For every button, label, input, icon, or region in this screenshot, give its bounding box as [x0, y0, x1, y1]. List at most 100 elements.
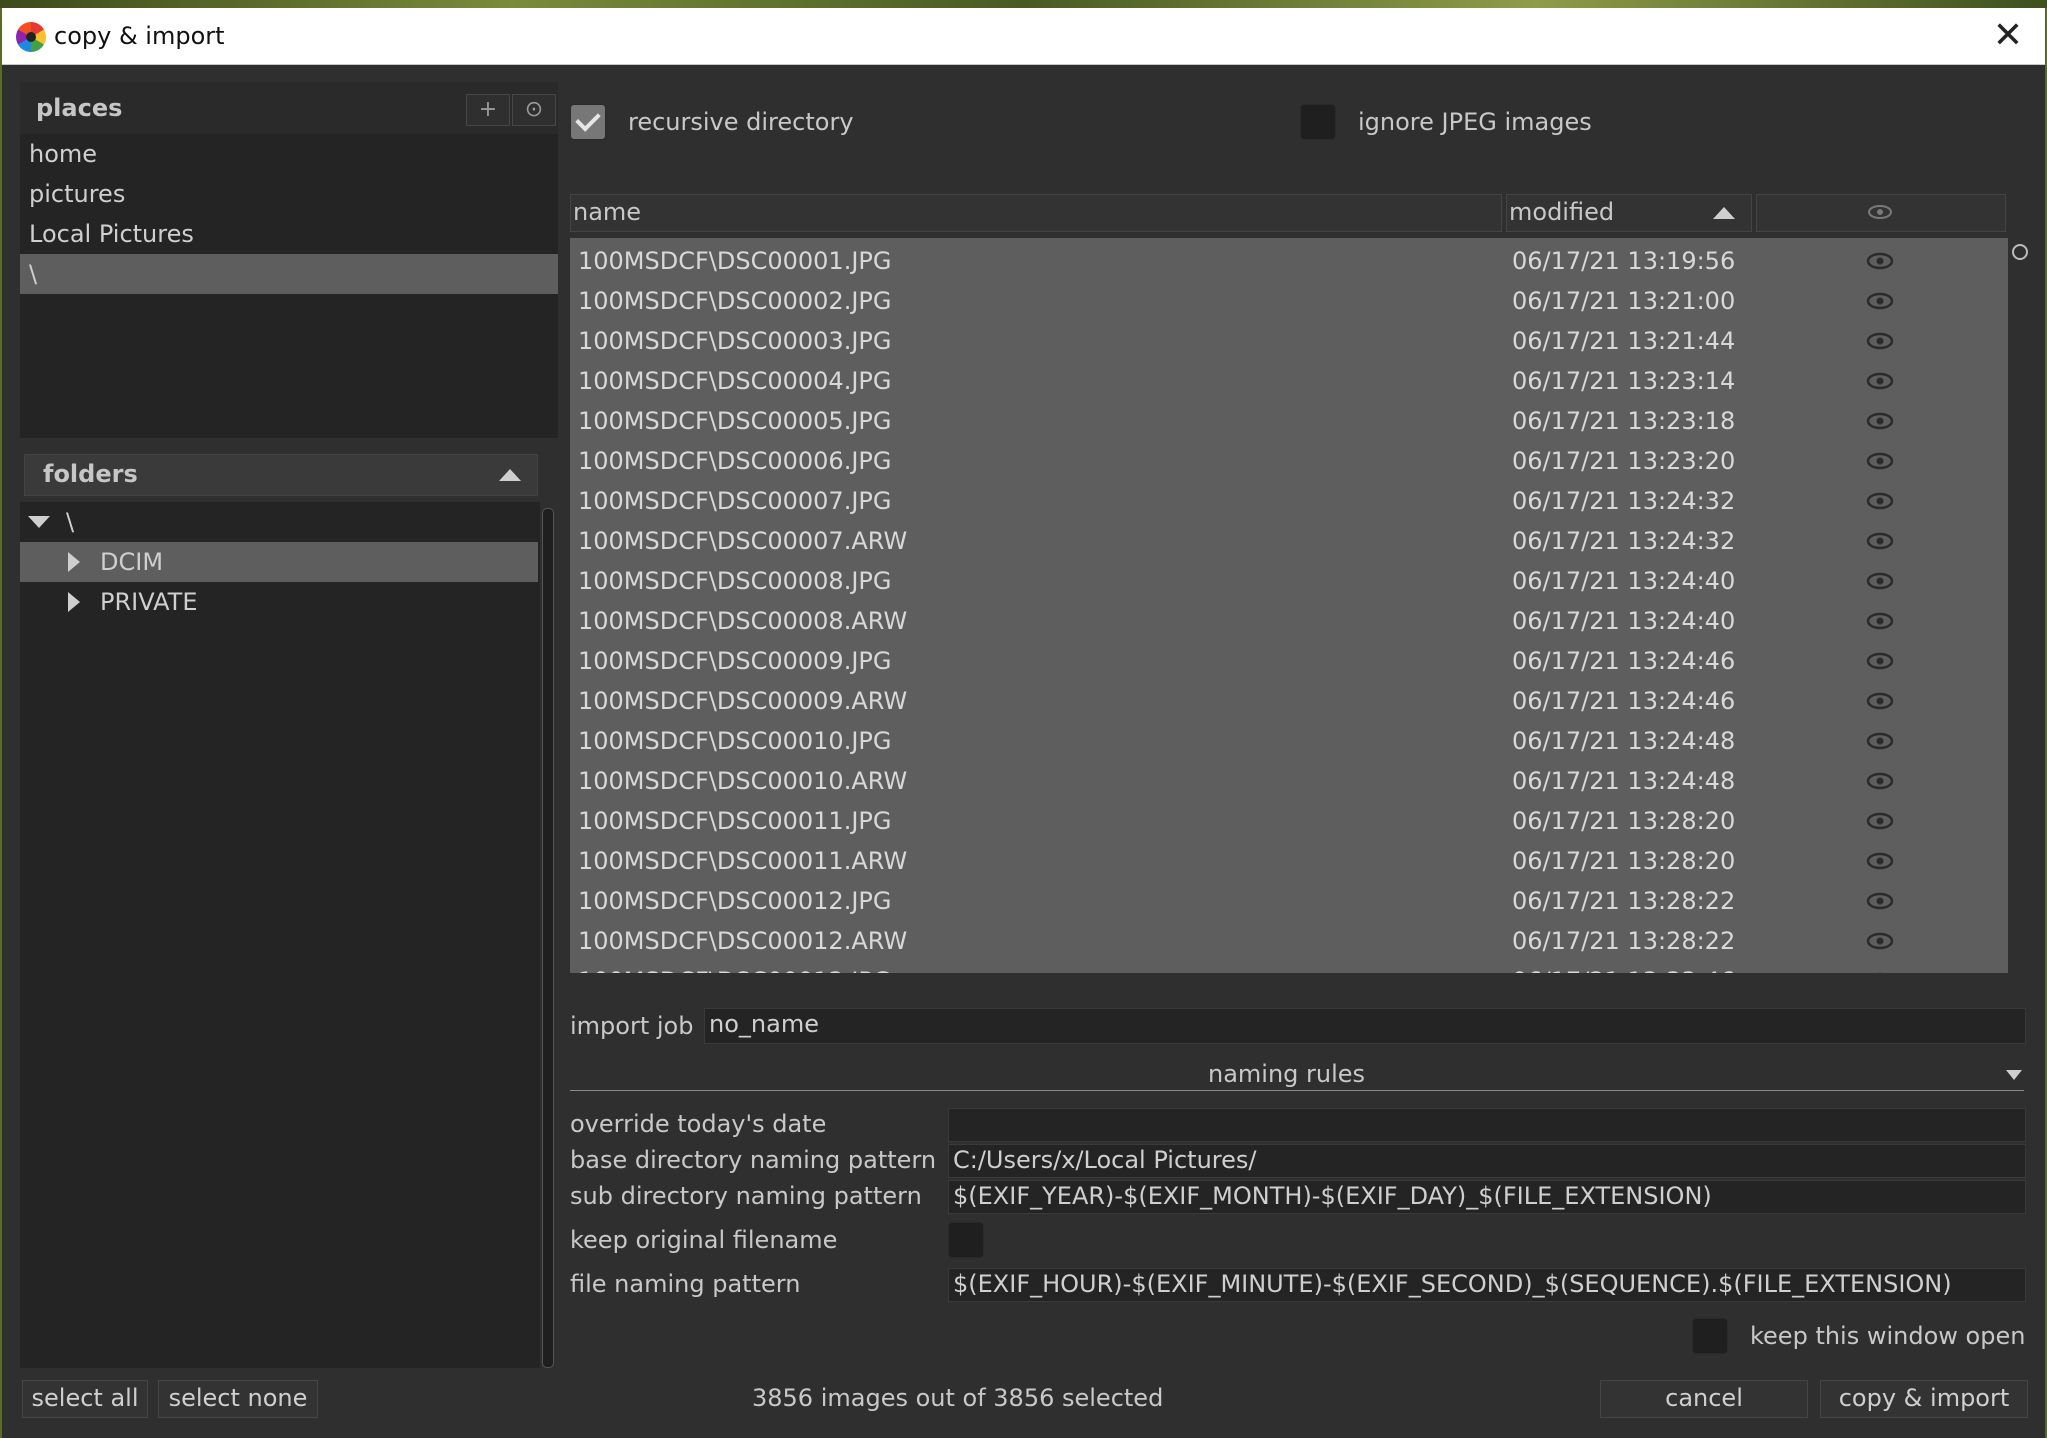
window-title: copy & import	[54, 22, 225, 50]
select-none-label: select none	[168, 1384, 308, 1412]
file-name: 100MSDCF\DSC00004.JPG	[578, 367, 892, 395]
eye-icon[interactable]	[1865, 372, 1895, 390]
eye-icon[interactable]	[1865, 292, 1895, 310]
tree-node-private[interactable]: PRIVATE	[20, 582, 538, 622]
file-row[interactable]: 100MSDCF\DSC00007.JPG 06/17/21 13:24:32	[570, 482, 2008, 522]
eye-icon[interactable]	[1865, 572, 1895, 590]
places-header: places + ⊙	[20, 82, 558, 134]
tree-node-root[interactable]: \	[20, 502, 538, 542]
file-row[interactable]: 100MSDCF\DSC00011.ARW 06/17/21 13:28:20	[570, 842, 2008, 882]
file-row[interactable]: 100MSDCF\DSC00010.ARW 06/17/21 13:24:48	[570, 762, 2008, 802]
base-directory-input[interactable]: C:/Users/x/Local Pictures/	[948, 1144, 2026, 1178]
collapsed-arrow-icon[interactable]	[68, 552, 80, 572]
naming-rules-toggle-icon[interactable]	[2006, 1070, 2022, 1080]
file-naming-label: file naming pattern	[570, 1270, 801, 1298]
desktop-background	[0, 0, 2047, 8]
file-row[interactable]: 100MSDCF\DSC00007.ARW 06/17/21 13:24:32	[570, 522, 2008, 562]
ignore-jpeg-checkbox[interactable]	[1300, 104, 1336, 140]
file-row[interactable]: 100MSDCF\DSC00004.JPG 06/17/21 13:23:14	[570, 362, 2008, 402]
close-icon[interactable]: ✕	[1993, 16, 2023, 56]
file-name: 100MSDCF\DSC00007.JPG	[578, 487, 892, 515]
copy-import-label: copy & import	[1838, 1384, 2010, 1412]
recursive-directory-label: recursive directory	[628, 108, 854, 136]
file-name: 100MSDCF\DSC00012.JPG	[578, 887, 892, 915]
file-name: 100MSDCF\DSC00007.ARW	[578, 527, 908, 555]
column-header-name[interactable]: name	[570, 194, 1502, 232]
eye-icon[interactable]	[1865, 652, 1895, 670]
eye-icon[interactable]	[1865, 612, 1895, 630]
eye-icon[interactable]	[1865, 332, 1895, 350]
file-row[interactable]: 100MSDCF\DSC00001.JPG 06/17/21 13:19:56	[570, 242, 2008, 282]
import-job-value: no_name	[709, 1010, 819, 1038]
file-modified: 06/17/21 13:24:32	[1512, 487, 1736, 515]
eye-icon[interactable]	[1865, 812, 1895, 830]
place-item-home[interactable]: home	[20, 134, 558, 174]
folders-header[interactable]: folders	[24, 454, 538, 496]
add-place-button[interactable]: +	[466, 94, 510, 126]
file-modified: 06/17/21 13:24:48	[1512, 727, 1736, 755]
eye-icon[interactable]	[1865, 972, 1895, 973]
file-list[interactable]: 100MSDCF\DSC00001.JPG 06/17/21 13:19:56 10…	[570, 238, 2008, 973]
keep-filename-checkbox[interactable]	[948, 1222, 984, 1258]
place-item-root[interactable]: \	[20, 254, 558, 294]
cancel-button[interactable]: cancel	[1600, 1380, 1808, 1418]
file-naming-input[interactable]: $(EXIF_HOUR)-$(EXIF_MINUTE)-$(EXIF_SECON…	[948, 1268, 2026, 1302]
eye-icon[interactable]	[1865, 852, 1895, 870]
scroll-thumb[interactable]	[2012, 244, 2028, 260]
file-name: 100MSDCF\DSC00008.ARW	[578, 607, 908, 635]
file-modified: 06/17/21 13:28:22	[1512, 927, 1736, 955]
collapse-folders-icon[interactable]	[499, 469, 521, 481]
file-row[interactable]: 100MSDCF\DSC00013.JPG 06/17/21 13:33:46	[570, 962, 2008, 973]
import-job-input[interactable]: no_name	[704, 1008, 2026, 1044]
file-row[interactable]: 100MSDCF\DSC00010.JPG 06/17/21 13:24:48	[570, 722, 2008, 762]
column-header-modified[interactable]: modified	[1506, 194, 1752, 232]
eye-icon[interactable]	[1865, 892, 1895, 910]
copy-import-button[interactable]: copy & import	[1820, 1380, 2028, 1418]
file-row[interactable]: 100MSDCF\DSC00008.JPG 06/17/21 13:24:40	[570, 562, 2008, 602]
file-modified: 06/17/21 13:19:56	[1512, 247, 1736, 275]
select-all-button[interactable]: select all	[22, 1380, 148, 1418]
reset-places-button[interactable]: ⊙	[512, 94, 556, 126]
eye-icon[interactable]	[1865, 772, 1895, 790]
file-modified: 06/17/21 13:24:40	[1512, 567, 1736, 595]
folders-scrollbar[interactable]	[542, 508, 554, 1368]
override-date-input[interactable]	[948, 1108, 2026, 1142]
eye-icon[interactable]	[1865, 492, 1895, 510]
collapsed-arrow-icon[interactable]	[68, 592, 80, 612]
expanded-arrow-icon[interactable]	[28, 516, 50, 528]
file-row[interactable]: 100MSDCF\DSC00008.ARW 06/17/21 13:24:40	[570, 602, 2008, 642]
place-item-local-pictures[interactable]: Local Pictures	[20, 214, 558, 254]
eye-icon[interactable]	[1865, 532, 1895, 550]
file-row[interactable]: 100MSDCF\DSC00011.JPG 06/17/21 13:28:20	[570, 802, 2008, 842]
eye-icon[interactable]	[1865, 932, 1895, 950]
sub-directory-label: sub directory naming pattern	[570, 1182, 922, 1210]
file-list-scrollbar[interactable]	[2012, 244, 2028, 966]
file-row[interactable]: 100MSDCF\DSC00009.JPG 06/17/21 13:24:46	[570, 642, 2008, 682]
file-name: 100MSDCF\DSC00002.JPG	[578, 287, 892, 315]
file-row[interactable]: 100MSDCF\DSC00012.ARW 06/17/21 13:28:22	[570, 922, 2008, 962]
sub-directory-value: $(EXIF_YEAR)-$(EXIF_MONTH)-$(EXIF_DAY)_$…	[953, 1182, 1712, 1210]
tree-node-label: DCIM	[100, 548, 164, 576]
file-row[interactable]: 100MSDCF\DSC00003.JPG 06/17/21 13:21:44	[570, 322, 2008, 362]
eye-icon[interactable]	[1865, 452, 1895, 470]
tree-node-dcim[interactable]: DCIM	[20, 542, 538, 582]
eye-icon[interactable]	[1865, 692, 1895, 710]
file-row[interactable]: 100MSDCF\DSC00012.JPG 06/17/21 13:28:22	[570, 882, 2008, 922]
eye-icon[interactable]	[1865, 732, 1895, 750]
sub-directory-input[interactable]: $(EXIF_YEAR)-$(EXIF_MONTH)-$(EXIF_DAY)_$…	[948, 1180, 2026, 1214]
place-item-pictures[interactable]: pictures	[20, 174, 558, 214]
file-row[interactable]: 100MSDCF\DSC00009.ARW 06/17/21 13:24:46	[570, 682, 2008, 722]
file-row[interactable]: 100MSDCF\DSC00002.JPG 06/17/21 13:21:00	[570, 282, 2008, 322]
column-header-thumbnail[interactable]	[1756, 194, 2006, 232]
eye-icon	[1868, 205, 1892, 219]
file-row[interactable]: 100MSDCF\DSC00005.JPG 06/17/21 13:23:18	[570, 402, 2008, 442]
file-row[interactable]: 100MSDCF\DSC00006.JPG 06/17/21 13:23:20	[570, 442, 2008, 482]
eye-icon[interactable]	[1865, 412, 1895, 430]
copy-import-dialog: copy & import ✕ places + ⊙ home pictures…	[2, 8, 2045, 1438]
recursive-directory-checkbox[interactable]	[570, 104, 606, 140]
select-none-button[interactable]: select none	[158, 1380, 318, 1418]
keep-window-open-label: keep this window open	[1750, 1322, 2026, 1350]
keep-window-open-checkbox[interactable]	[1692, 1318, 1728, 1354]
eye-icon[interactable]	[1865, 252, 1895, 270]
file-modified: 06/17/21 13:28:22	[1512, 887, 1736, 915]
